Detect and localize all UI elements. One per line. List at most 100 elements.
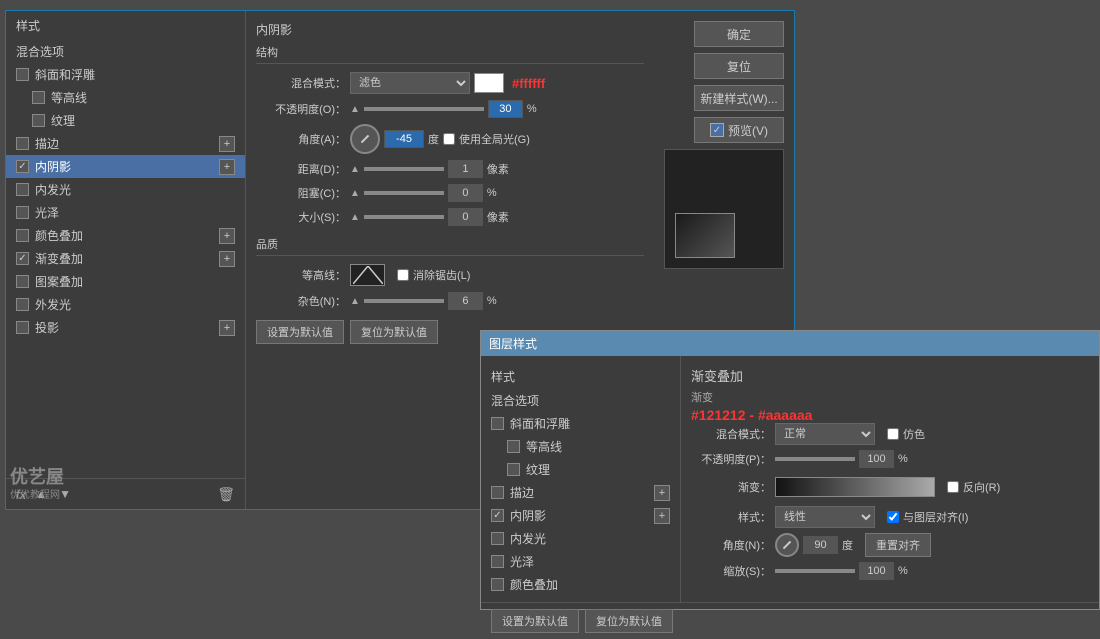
second-scale-slider[interactable]: [775, 569, 855, 573]
second-contour-cb[interactable]: [507, 440, 520, 453]
reverse-label[interactable]: 反向(R): [947, 479, 1000, 495]
stroke-plus-btn[interactable]: +: [219, 136, 235, 152]
satin-checkbox[interactable]: [16, 206, 29, 219]
second-satin-cb[interactable]: [491, 555, 504, 568]
opacity-input[interactable]: [488, 100, 523, 118]
angle-dial[interactable]: [350, 124, 380, 154]
size-slider-triangle[interactable]: ▲: [350, 212, 360, 223]
dither-label[interactable]: 仿色: [887, 426, 925, 442]
align-checkbox[interactable]: [887, 511, 899, 523]
pattern-overlay-checkbox[interactable]: [16, 275, 29, 288]
style-item-inner-glow[interactable]: 内发光: [6, 178, 245, 201]
distance-input[interactable]: [448, 160, 483, 178]
reverse-checkbox[interactable]: [947, 481, 959, 493]
blend-mode-dropdown[interactable]: 滤色: [350, 72, 470, 94]
style-item-contour[interactable]: 等高线: [6, 86, 245, 109]
style-item-outer-glow[interactable]: 外发光: [6, 293, 245, 316]
texture-checkbox[interactable]: [32, 114, 45, 127]
gradient-bar[interactable]: [775, 477, 935, 497]
choke-input[interactable]: [448, 184, 483, 202]
opacity-slider-triangle[interactable]: ▲: [350, 104, 360, 115]
inner-glow-checkbox[interactable]: [16, 183, 29, 196]
style-item-inner-shadow[interactable]: ✓ 内阴影 +: [6, 155, 245, 178]
second-angle-dial[interactable]: [775, 533, 799, 557]
bevel-checkbox[interactable]: [16, 68, 29, 81]
style-item-satin[interactable]: 光泽: [6, 201, 245, 224]
align-label[interactable]: 与图层对齐(I): [887, 509, 968, 525]
global-light-checkbox[interactable]: [443, 133, 455, 145]
second-inner-shadow-cb[interactable]: ✓: [491, 509, 504, 522]
ok-button[interactable]: 确定: [694, 21, 784, 47]
inner-shadow-checkbox[interactable]: ✓: [16, 160, 29, 173]
angle-input[interactable]: [384, 130, 424, 148]
anti-alias-checkbox[interactable]: [397, 269, 409, 281]
second-opacity-slider[interactable]: [775, 457, 855, 461]
second-stroke-cb[interactable]: [491, 486, 504, 499]
second-opacity-input[interactable]: [859, 450, 894, 468]
second-inner-glow-cb[interactable]: [491, 532, 504, 545]
style-item-texture[interactable]: 纹理: [6, 109, 245, 132]
style-item-bevel[interactable]: 斜面和浮雕: [6, 63, 245, 86]
contour-preview[interactable]: [350, 264, 385, 286]
dither-checkbox[interactable]: [887, 428, 899, 440]
size-slider[interactable]: [364, 215, 444, 219]
color-overlay-checkbox[interactable]: [16, 229, 29, 242]
inner-shadow-panel: 内阴影 结构 混合模式： 滤色 #ffffff 不透明度(O)：: [256, 21, 644, 344]
color-overlay-plus-btn[interactable]: +: [219, 228, 235, 244]
gradient-overlay-plus-btn[interactable]: +: [219, 251, 235, 267]
size-input[interactable]: [448, 208, 483, 226]
second-inner-glow-item[interactable]: 内发光: [481, 527, 680, 550]
second-style-dropdown[interactable]: 线性: [775, 506, 875, 528]
second-angle-input[interactable]: [803, 536, 838, 554]
second-set-default-btn[interactable]: 设置为默认值: [491, 609, 579, 633]
preview-checkbox[interactable]: ✓: [710, 123, 724, 137]
choke-slider-triangle[interactable]: ▲: [350, 188, 360, 199]
style-item-pattern-overlay[interactable]: 图案叠加: [6, 270, 245, 293]
new-style-button[interactable]: 新建样式(W)...: [694, 85, 784, 111]
reset-default-btn[interactable]: 复位为默认值: [350, 320, 438, 344]
second-stroke-item[interactable]: 描边 +: [481, 481, 680, 504]
second-texture-item[interactable]: 纹理: [481, 458, 680, 481]
second-color-overlay-item[interactable]: 颜色叠加: [481, 573, 680, 596]
set-default-btn[interactable]: 设置为默认值: [256, 320, 344, 344]
trash-icon[interactable]: 🗑: [217, 486, 235, 503]
distance-slider[interactable]: [364, 167, 444, 171]
noise-input[interactable]: [448, 292, 483, 310]
second-blend-dropdown[interactable]: 正常: [775, 423, 875, 445]
second-inner-shadow-plus[interactable]: +: [654, 508, 670, 524]
mix-option-item[interactable]: 混合选项: [6, 40, 245, 63]
second-mix-item[interactable]: 混合选项: [481, 389, 680, 412]
second-contour-item[interactable]: 等高线: [481, 435, 680, 458]
second-reset-default-btn[interactable]: 复位为默认值: [585, 609, 673, 633]
reset-align-btn[interactable]: 重置对齐: [865, 533, 931, 557]
inner-shadow-plus-btn[interactable]: +: [219, 159, 235, 175]
second-satin-item[interactable]: 光泽: [481, 550, 680, 573]
reset-button[interactable]: 复位: [694, 53, 784, 79]
style-item-stroke[interactable]: 描边 +: [6, 132, 245, 155]
distance-slider-triangle[interactable]: ▲: [350, 164, 360, 175]
style-item-color-overlay[interactable]: 颜色叠加 +: [6, 224, 245, 247]
preview-button[interactable]: ✓ 预览(V): [694, 117, 784, 143]
global-light-label[interactable]: 使用全局光(G): [443, 131, 530, 147]
stroke-checkbox[interactable]: [16, 137, 29, 150]
second-inner-shadow-item[interactable]: ✓ 内阴影 +: [481, 504, 680, 527]
color-swatch[interactable]: [474, 73, 504, 93]
drop-shadow-checkbox[interactable]: [16, 321, 29, 334]
noise-slider[interactable]: [364, 299, 444, 303]
second-scale-input[interactable]: [859, 562, 894, 580]
second-bevel-cb[interactable]: [491, 417, 504, 430]
second-texture-cb[interactable]: [507, 463, 520, 476]
noise-slider-triangle[interactable]: ▲: [350, 296, 360, 307]
gradient-overlay-checkbox[interactable]: ✓: [16, 252, 29, 265]
anti-alias-label[interactable]: 消除锯齿(L): [397, 267, 470, 283]
style-item-drop-shadow[interactable]: 投影 +: [6, 316, 245, 339]
style-item-gradient-overlay[interactable]: ✓ 渐变叠加 +: [6, 247, 245, 270]
choke-slider[interactable]: [364, 191, 444, 195]
contour-checkbox[interactable]: [32, 91, 45, 104]
drop-shadow-plus-btn[interactable]: +: [219, 320, 235, 336]
outer-glow-checkbox[interactable]: [16, 298, 29, 311]
second-color-overlay-cb[interactable]: [491, 578, 504, 591]
second-bevel-item[interactable]: 斜面和浮雕: [481, 412, 680, 435]
second-stroke-plus[interactable]: +: [654, 485, 670, 501]
opacity-slider[interactable]: [364, 107, 484, 111]
